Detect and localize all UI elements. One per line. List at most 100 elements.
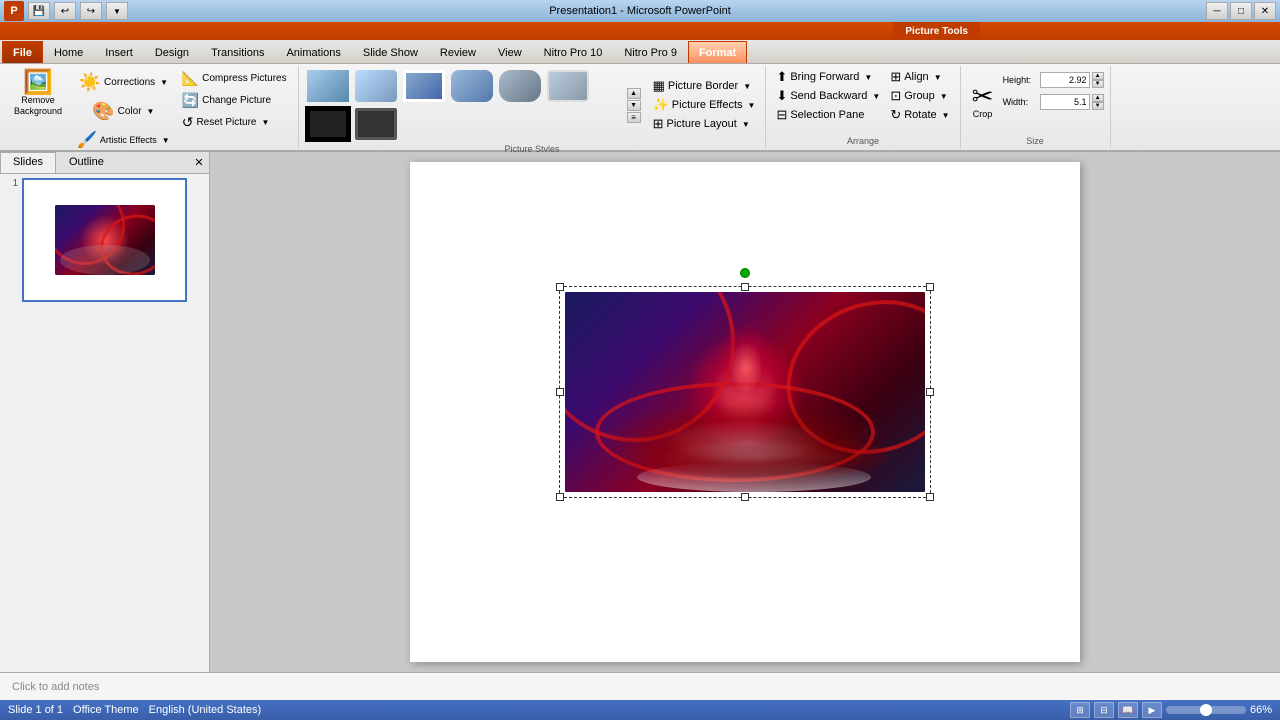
picture-effects-label: Picture Effects — [672, 99, 743, 111]
slide-thumbnails-panel: 1 — [0, 174, 209, 672]
ribbon-group-size: ✂ Crop Height: ▲ ▼ Width: ▲ — [961, 66, 1111, 148]
picture-effects-icon: ✨ — [653, 97, 669, 113]
handle-top-right[interactable] — [926, 283, 934, 291]
picture-format-options: ▦ Picture Border ▼ ✨ Picture Effects ▼ ⊞… — [649, 77, 760, 133]
compress-pictures-button[interactable]: 📐 Compress Pictures — [177, 68, 292, 89]
quick-redo[interactable]: ↪ — [80, 2, 102, 20]
send-backward-button[interactable]: ⬇ Send Backward ▼ — [772, 87, 884, 105]
tab-transitions[interactable]: Transitions — [200, 41, 275, 63]
normal-view-button[interactable]: ⊞ — [1070, 702, 1090, 718]
picture-border-button[interactable]: ▦ Picture Border ▼ — [649, 77, 760, 95]
notes-bar[interactable]: Click to add notes — [0, 672, 1280, 700]
color-button[interactable]: 🎨 Color ▼ — [72, 97, 175, 126]
rotate-button[interactable]: ↻ Rotate ▼ — [886, 106, 953, 124]
style-thumb-1[interactable] — [305, 68, 351, 104]
handle-bottom-left[interactable] — [556, 493, 564, 501]
arrange-content: ⬆ Bring Forward ▼ ⬇ Send Backward ▼ ⊟ Se… — [772, 68, 953, 134]
selected-image-container[interactable] — [565, 292, 925, 492]
width-spin-down[interactable]: ▼ — [1092, 102, 1104, 110]
picture-effects-button[interactable]: ✨ Picture Effects ▼ — [649, 96, 760, 114]
handle-middle-left[interactable] — [556, 388, 564, 396]
zoom-thumb[interactable] — [1200, 704, 1212, 716]
crop-label: Crop — [973, 109, 993, 119]
close-button[interactable]: ✕ — [1254, 2, 1276, 20]
bring-forward-button[interactable]: ⬆ Bring Forward ▼ — [772, 68, 884, 86]
tab-outline[interactable]: Outline — [56, 152, 117, 173]
compress-change-reset-col: 📐 Compress Pictures 🔄 Change Picture ↺ R… — [177, 68, 292, 133]
crop-button[interactable]: ✂ Crop — [967, 68, 999, 134]
bring-forward-label: Bring Forward — [790, 71, 859, 83]
slide-sorter-button[interactable]: ⊟ — [1094, 702, 1114, 718]
quick-save[interactable]: 💾 — [28, 2, 50, 20]
handle-bottom-center[interactable] — [741, 493, 749, 501]
gallery-scroll-down[interactable]: ▼ — [627, 100, 641, 111]
rotate-label: Rotate — [904, 109, 936, 121]
app-icon: P — [4, 1, 24, 21]
tab-format[interactable]: Format — [688, 41, 747, 63]
picture-layout-button[interactable]: ⊞ Picture Layout ▼ — [649, 115, 760, 133]
style-thumb-7[interactable] — [305, 106, 351, 142]
quick-undo[interactable]: ↩ — [54, 2, 76, 20]
change-picture-button[interactable]: 🔄 Change Picture — [177, 90, 292, 111]
handle-middle-right[interactable] — [926, 388, 934, 396]
style-thumb-2[interactable] — [353, 68, 399, 104]
tab-slides[interactable]: Slides — [0, 152, 56, 173]
rotation-handle[interactable] — [740, 268, 750, 278]
slide-canvas[interactable] — [410, 162, 1080, 662]
styles-content: ▲ ▼ ≡ ▦ Picture Border ▼ ✨ Picture Effec… — [305, 68, 760, 142]
ground-circle — [619, 432, 889, 482]
status-right: ⊞ ⊟ 📖 ▶ 66% — [1070, 702, 1272, 718]
gallery-scroll-up[interactable]: ▲ — [627, 88, 641, 99]
tab-insert[interactable]: Insert — [94, 41, 144, 63]
align-button[interactable]: ⊞ Align ▼ — [886, 68, 953, 86]
reading-view-button[interactable]: 📖 — [1118, 702, 1138, 718]
rotate-dropdown: ▼ — [942, 111, 950, 120]
artistic-dropdown-arrow: ▼ — [162, 136, 170, 145]
corrections-button[interactable]: ☀️ Corrections ▼ — [72, 68, 175, 97]
tab-home[interactable]: Home — [43, 41, 94, 63]
remove-background-button[interactable]: 🖼️ Remove Background — [6, 68, 70, 120]
panel-close-button[interactable]: ✕ — [189, 152, 209, 173]
style-thumb-3[interactable] — [401, 68, 447, 104]
quick-customize[interactable]: ▼ — [106, 2, 128, 20]
reset-picture-button[interactable]: ↺ Reset Picture ▼ — [177, 112, 292, 133]
tab-animations[interactable]: Animations — [275, 41, 351, 63]
width-spin-up[interactable]: ▲ — [1092, 94, 1104, 102]
ribbon-group-arrange: ⬆ Bring Forward ▼ ⬇ Send Backward ▼ ⊟ Se… — [766, 66, 960, 148]
restore-button[interactable]: □ — [1230, 2, 1252, 20]
group-button[interactable]: ⊡ Group ▼ — [886, 87, 953, 105]
width-input[interactable] — [1040, 94, 1090, 110]
tab-design[interactable]: Design — [144, 41, 200, 63]
main-area: Slides Outline ✕ 1 — [0, 152, 1280, 672]
handle-bottom-right[interactable] — [926, 493, 934, 501]
tab-slideshow[interactable]: Slide Show — [352, 41, 429, 63]
style-thumb-8[interactable] — [353, 106, 399, 142]
canvas-area[interactable] — [210, 152, 1280, 672]
minimize-button[interactable]: ─ — [1206, 2, 1228, 20]
picture-layout-icon: ⊞ — [653, 116, 664, 132]
selection-pane-button[interactable]: ⊟ Selection Pane — [772, 106, 884, 124]
tab-view[interactable]: View — [487, 41, 533, 63]
adjust-buttons-col: ☀️ Corrections ▼ 🎨 Color ▼ 🖌️ Artistic E… — [72, 68, 175, 154]
slide-thumbnail-1[interactable] — [22, 178, 187, 302]
handle-top-center[interactable] — [741, 283, 749, 291]
send-backward-icon: ⬇ — [776, 88, 787, 104]
tab-review[interactable]: Review — [429, 41, 487, 63]
tab-nitro9[interactable]: Nitro Pro 9 — [613, 41, 688, 63]
style-thumb-5[interactable] — [497, 68, 543, 104]
style-thumb-4[interactable] — [449, 68, 495, 104]
artistic-effects-button[interactable]: 🖌️ Artistic Effects ▼ — [72, 126, 175, 154]
height-input[interactable] — [1040, 72, 1090, 88]
arrange-label: Arrange — [847, 136, 879, 146]
tab-nitro10[interactable]: Nitro Pro 10 — [533, 41, 614, 63]
style-thumb-6[interactable] — [545, 68, 591, 104]
zoom-slider[interactable] — [1166, 706, 1246, 714]
tab-file[interactable]: File — [2, 41, 43, 63]
height-spin-down[interactable]: ▼ — [1092, 80, 1104, 88]
gallery-expand[interactable]: ≡ — [627, 112, 641, 123]
height-spin-up[interactable]: ▲ — [1092, 72, 1104, 80]
slideshow-button[interactable]: ▶ — [1142, 702, 1162, 718]
handle-top-left[interactable] — [556, 283, 564, 291]
canvas-image[interactable] — [565, 292, 925, 492]
zoom-level: 66% — [1250, 704, 1272, 716]
